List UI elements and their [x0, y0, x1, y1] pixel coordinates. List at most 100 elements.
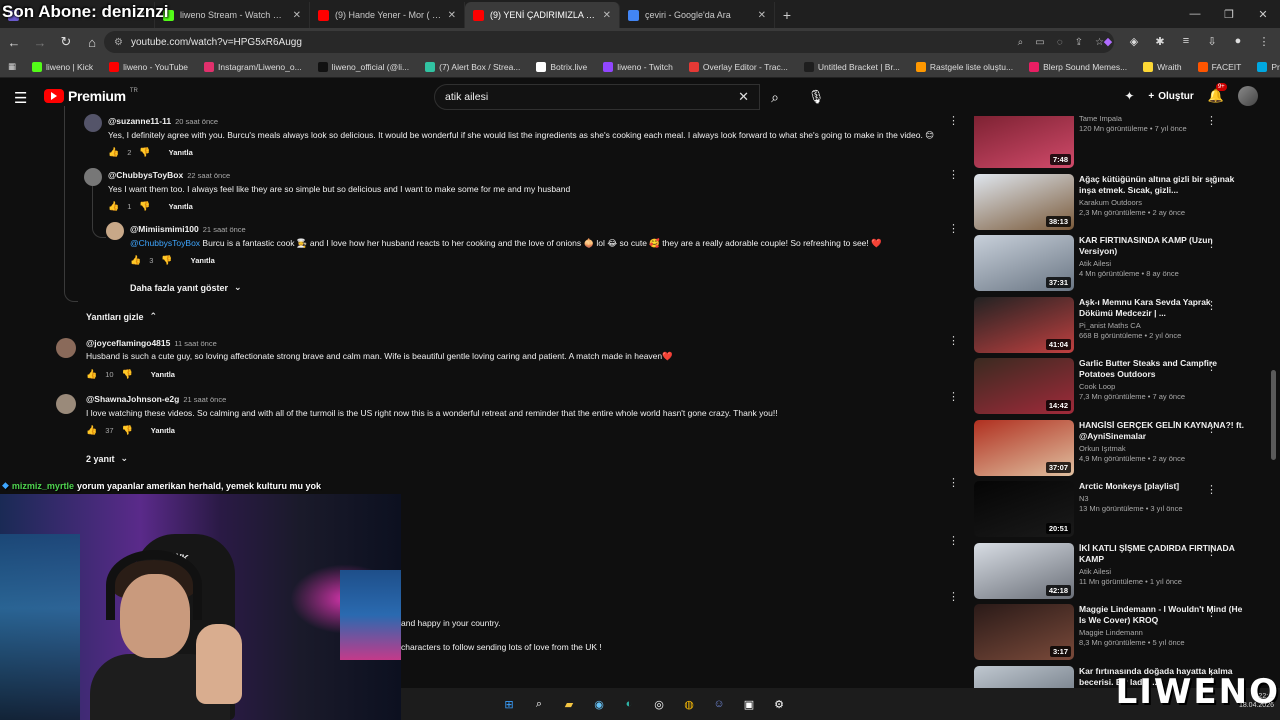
bookmark-item[interactable]: FACEIT [1197, 61, 1241, 72]
video-title[interactable]: Maggie Lindemann - I Wouldn't Mind (He I… [1079, 604, 1247, 626]
video-channel[interactable]: Cook Loop [1079, 382, 1247, 391]
app-icon[interactable]: ▣ [739, 694, 759, 714]
comment-menu-icon[interactable]: ⋮ [948, 168, 959, 181]
dislike-icon[interactable]: 👎 [122, 369, 133, 380]
file-explorer-icon[interactable]: ▰ [559, 694, 579, 714]
close-icon[interactable]: ✕ [448, 10, 456, 21]
bookmark-item[interactable]: liweno - Twitch [603, 61, 673, 72]
comment-menu-icon[interactable]: ⋮ [948, 534, 959, 547]
comment-author[interactable]: @Mimiismimi100 21 saat önce [130, 224, 246, 234]
avatar[interactable] [56, 338, 76, 358]
video-menu-icon[interactable]: ⋮ [1206, 176, 1217, 189]
video-menu-icon[interactable]: ⋮ [1206, 606, 1217, 619]
recommended-video[interactable]: 38:13 Ağaç kütüğünün altına gizli bir sığ… [974, 173, 1280, 230]
recommended-video[interactable]: 3:17 Maggie Lindemann - I Wouldn't Mind (… [974, 604, 1280, 660]
recommended-video[interactable]: 37:31 KAR FIRTINASINDA KAMP (Uzun Versiyo… [974, 235, 1280, 291]
home-icon[interactable]: ⌂ [84, 35, 100, 50]
comment-time[interactable]: 11 saat önce [174, 339, 216, 348]
comment-menu-icon[interactable]: ⋮ [948, 390, 959, 403]
video-menu-icon[interactable]: ⋮ [1206, 116, 1217, 127]
browser-tab-1[interactable]: liweno Stream - Watch Live on ✕ [155, 2, 310, 28]
steam-icon[interactable]: ◉ [589, 694, 609, 714]
bookmark-item[interactable]: Untitled Bracket | Br... [803, 61, 900, 72]
video-title[interactable]: KAR FIRTINASINDA KAMP (Uzun Versiyon) [1079, 235, 1247, 257]
video-thumbnail[interactable]: 20:51 [974, 481, 1074, 537]
comment-menu-icon[interactable]: ⋮ [948, 222, 959, 235]
cast-icon[interactable]: ▭ [1035, 37, 1044, 48]
edge-icon[interactable]: ◐ [619, 694, 639, 714]
reply-button[interactable]: Yanıtla [169, 202, 193, 211]
recommended-video[interactable]: 41:04 Aşk-ı Memnu Kara Sevda Yaprak Döküm… [974, 296, 1280, 353]
comment-time[interactable]: 21 saat önce [203, 225, 246, 234]
comment-author[interactable]: @joyceflamingo4815 11 saat önce [86, 338, 217, 348]
video-channel[interactable]: Pi_anist Maths CA [1079, 321, 1247, 330]
browser-tab-4[interactable]: çeviri - Google'da Ara ✕ [620, 2, 775, 28]
obs-icon[interactable]: ◎ [649, 694, 669, 714]
bookmark-item[interactable]: liweno_official (@li... [317, 61, 409, 72]
video-title[interactable]: İKİ KATLI ŞİŞME ÇADIRDA FIRTINADA KAMP [1079, 543, 1247, 565]
video-channel[interactable]: Tame Impala [1079, 116, 1247, 123]
recommended-video[interactable]: 7:48 Tame Impala 120 Mn görüntüleme • 7 yı… [974, 116, 1280, 168]
close-icon[interactable]: ✕ [603, 10, 611, 21]
bookmark-item[interactable]: Botrix.live [536, 61, 587, 72]
reply-button[interactable]: Yanıtla [151, 426, 175, 435]
close-window-icon[interactable]: ✕ [1246, 0, 1280, 28]
video-channel[interactable]: Karakum Outdoors [1079, 198, 1247, 207]
video-title[interactable]: Arctic Monkeys [playlist] [1079, 481, 1247, 492]
bookmark-item[interactable]: Wraith [1143, 61, 1182, 72]
video-thumbnail[interactable]: 37:07 [974, 419, 1074, 476]
youtube-logo[interactable]: Premium TR [44, 88, 138, 104]
settings-gear-icon[interactable]: ⚙ [769, 694, 789, 714]
video-thumbnail[interactable]: 42:18 [974, 542, 1074, 599]
comment-menu-icon[interactable]: ⋮ [948, 114, 959, 127]
site-info-icon[interactable]: ⚙ [114, 37, 123, 48]
video-menu-icon[interactable]: ⋮ [1206, 545, 1217, 558]
like-icon[interactable]: 👍 [108, 147, 119, 158]
search-icon[interactable]: ⌕ [760, 84, 790, 110]
extension-icon[interactable]: ◈ [1126, 32, 1142, 50]
account-avatar[interactable] [1238, 86, 1258, 106]
close-icon[interactable]: ✕ [758, 10, 766, 21]
video-channel[interactable]: N3 [1079, 494, 1247, 503]
comment-menu-icon[interactable]: ⋮ [948, 476, 959, 489]
notifications-bell-icon[interactable]: 🔔 9+ [1208, 83, 1227, 104]
video-menu-icon[interactable]: ⋮ [1206, 422, 1217, 435]
new-tab-button[interactable]: + [775, 2, 799, 28]
bookmark-item[interactable]: liweno | Kick [32, 61, 93, 72]
url-bar[interactable]: ⚙ youtube.com/watch?v=HPG5xR6Augg ⌕ ▭ ◌ … [104, 31, 1114, 53]
like-icon[interactable]: 👍 [86, 425, 97, 436]
comment-time[interactable]: 20 saat önce [175, 117, 218, 126]
video-title[interactable]: HANGİSİ GERÇEK GELİN KAYNANA?! ft. @Ayni… [1079, 420, 1247, 442]
page-scrollbar[interactable] [1271, 370, 1276, 460]
system-clock[interactable]: 22:... 18.04.2026 [1239, 692, 1274, 710]
dislike-icon[interactable]: 👎 [139, 201, 150, 212]
show-replies-button[interactable]: 2 yanıt ⌄ [86, 453, 128, 464]
discord-icon[interactable]: ☺ [709, 694, 729, 714]
clear-search-icon[interactable]: ✕ [738, 89, 749, 105]
video-channel[interactable]: Maggie Lindemann [1079, 628, 1247, 637]
bookmark-item[interactable]: liweno - YouTube [109, 61, 188, 72]
bookmark-item[interactable]: Prime Video [1257, 61, 1280, 72]
media-icon[interactable]: ≡ [1178, 32, 1194, 50]
avatar[interactable] [84, 114, 102, 132]
like-icon[interactable]: 👍 [86, 369, 97, 380]
comment-author[interactable]: @ChubbysToyBox 22 saat önce [108, 170, 230, 180]
browser-tab-3[interactable]: (9) YENİ ÇADIRIMIZLA EV KONF ✕ [465, 2, 620, 28]
video-title[interactable]: Garlic Butter Steaks and Campfire Potato… [1079, 358, 1247, 380]
like-icon[interactable]: 👍 [130, 255, 141, 266]
video-menu-icon[interactable]: ⋮ [1206, 483, 1217, 496]
close-icon[interactable]: ✕ [293, 10, 301, 21]
video-menu-icon[interactable]: ⋮ [1206, 299, 1217, 312]
video-menu-icon[interactable]: ⋮ [1206, 237, 1217, 250]
apps-grid-icon[interactable]: ▦ [8, 61, 16, 72]
comment-menu-icon[interactable]: ⋮ [948, 590, 959, 603]
back-icon[interactable]: ← [6, 35, 22, 50]
video-channel[interactable]: Orkun Işıtmak [1079, 444, 1247, 453]
microphone-icon[interactable]: 🎙 [804, 84, 828, 110]
download-icon[interactable]: ⇩ [1204, 32, 1220, 50]
recommended-video[interactable]: 37:07 HANGİSİ GERÇEK GELİN KAYNANA?! ft. … [974, 419, 1280, 476]
bookmark-item[interactable]: (7) Alert Box / Strea... [425, 61, 520, 72]
chrome-icon[interactable]: ◍ [679, 694, 699, 714]
forward-icon[interactable]: → [32, 35, 48, 50]
dislike-icon[interactable]: 👎 [161, 255, 172, 266]
